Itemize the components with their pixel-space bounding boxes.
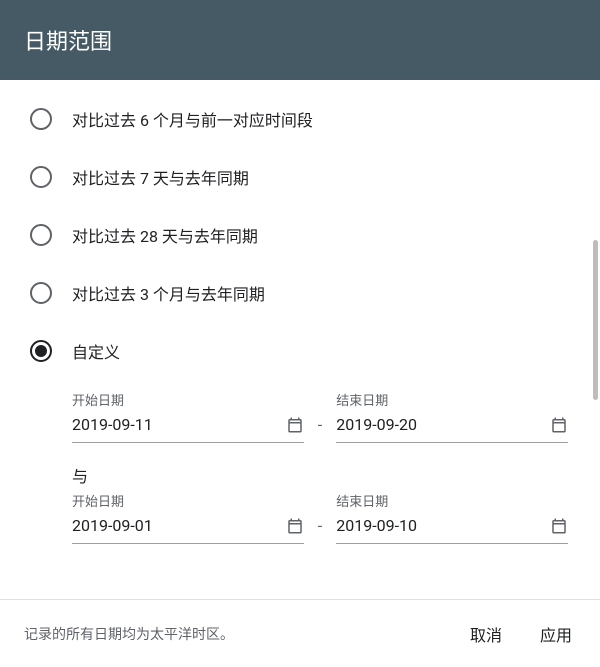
field-label: 结束日期 [336, 491, 568, 510]
field-value-row: 2019-09-01 [72, 516, 304, 544]
timezone-note: 记录的所有日期均为太平洋时区。 [24, 624, 466, 644]
radio-icon [30, 108, 52, 130]
range-dash: - [318, 500, 322, 535]
field-value-row: 2019-09-11 [72, 415, 304, 443]
start-date-value: 2019-09-11 [72, 415, 153, 434]
option-compare-6-months[interactable]: 对比过去 6 个月与前一对应时间段 [30, 90, 568, 148]
start-date-value: 2019-09-01 [72, 516, 153, 535]
end-date-field-1[interactable]: 结束日期 2019-09-20 [336, 390, 568, 443]
start-date-field-2[interactable]: 开始日期 2019-09-01 [72, 491, 304, 544]
option-custom[interactable]: 自定义 [30, 322, 568, 380]
footer-actions: 取消 应用 [466, 616, 576, 652]
calendar-icon [286, 517, 304, 535]
option-compare-3-months-last-year[interactable]: 对比过去 3 个月与去年同期 [30, 264, 568, 322]
calendar-icon [286, 416, 304, 434]
with-label: 与 [72, 463, 568, 487]
radio-icon [30, 340, 52, 362]
option-label: 对比过去 3 个月与去年同期 [72, 281, 265, 305]
cancel-button[interactable]: 取消 [466, 616, 506, 652]
option-label: 自定义 [72, 339, 120, 363]
radio-icon [30, 282, 52, 304]
option-label: 对比过去 28 天与去年同期 [72, 223, 258, 247]
end-date-field-2[interactable]: 结束日期 2019-09-10 [336, 491, 568, 544]
apply-button[interactable]: 应用 [536, 616, 576, 652]
dialog-header: 日期范围 [0, 0, 600, 80]
radio-icon [30, 224, 52, 246]
field-label: 开始日期 [72, 491, 304, 510]
field-label: 结束日期 [336, 390, 568, 409]
field-value-row: 2019-09-10 [336, 516, 568, 544]
calendar-icon [550, 517, 568, 535]
option-compare-28-days-last-year[interactable]: 对比过去 28 天与去年同期 [30, 206, 568, 264]
date-range-1: 开始日期 2019-09-11 - 结束日期 2019-09-20 [72, 390, 568, 443]
scrollbar-thumb[interactable] [593, 240, 598, 400]
field-label: 开始日期 [72, 390, 304, 409]
end-date-value: 2019-09-20 [336, 415, 417, 434]
custom-date-section: 开始日期 2019-09-11 - 结束日期 2019-09-20 与 开始日期 [0, 390, 592, 584]
start-date-field-1[interactable]: 开始日期 2019-09-11 [72, 390, 304, 443]
option-label: 对比过去 6 个月与前一对应时间段 [72, 107, 313, 131]
calendar-icon [550, 416, 568, 434]
radio-icon [30, 166, 52, 188]
option-compare-7-days-last-year[interactable]: 对比过去 7 天与去年同期 [30, 148, 568, 206]
range-dash: - [318, 399, 322, 434]
option-label: 对比过去 7 天与去年同期 [72, 165, 249, 189]
date-range-2: 开始日期 2019-09-01 - 结束日期 2019-09-10 [72, 491, 568, 544]
dialog-title: 日期范围 [24, 24, 112, 56]
field-value-row: 2019-09-20 [336, 415, 568, 443]
end-date-value: 2019-09-10 [336, 516, 417, 535]
options-list: 对比过去 6 个月与前一对应时间段 对比过去 7 天与去年同期 对比过去 28 … [0, 80, 592, 390]
dialog-footer: 记录的所有日期均为太平洋时区。 取消 应用 [0, 599, 600, 667]
content-area: 对比过去 6 个月与前一对应时间段 对比过去 7 天与去年同期 对比过去 28 … [0, 80, 600, 599]
